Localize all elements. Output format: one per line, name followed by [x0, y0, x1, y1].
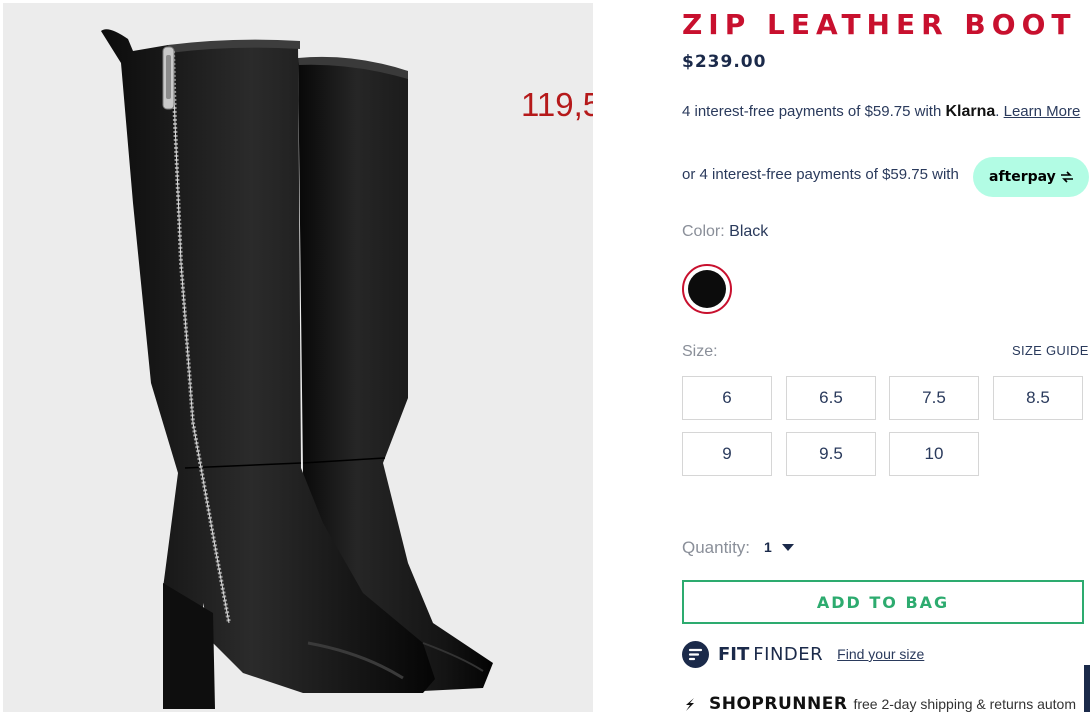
- shoprunner-banner: SHOPRUNNER free 2-day shipping & returns…: [682, 694, 1076, 714]
- size-guide-link[interactable]: SIZE GUIDE: [1012, 343, 1089, 358]
- shoprunner-icon: [686, 698, 694, 711]
- fit-finder: FIT FINDER Find your size: [682, 640, 924, 668]
- size-label: Size:: [682, 343, 718, 360]
- klarna-separator: .: [995, 103, 1004, 120]
- product-image: 119,5: [3, 3, 593, 712]
- shoprunner-brand: SHOPRUNNER: [709, 694, 848, 714]
- quantity-select[interactable]: 1: [764, 539, 794, 555]
- caret-down-icon: [781, 543, 794, 551]
- product-title: ZIP LEATHER BOOT: [682, 8, 1077, 41]
- size-option[interactable]: 7.5: [889, 376, 979, 420]
- klarna-logo: Klarna: [945, 103, 996, 120]
- boot-illustration: [101, 29, 493, 709]
- fit-finder-icon: [682, 640, 709, 668]
- color-value: Black: [729, 223, 769, 240]
- find-your-size-link[interactable]: Find your size: [837, 646, 924, 662]
- size-option[interactable]: 10: [889, 432, 979, 476]
- color-swatch-black[interactable]: [682, 264, 732, 314]
- afterpay-badge[interactable]: afterpay: [973, 157, 1089, 197]
- product-price: $239.00: [682, 52, 767, 72]
- klarna-text: 4 interest-free payments of $59.75 with: [682, 103, 946, 120]
- shoprunner-text: free 2-day shipping & returns autom: [853, 696, 1077, 712]
- swatch-color-dot: [688, 270, 726, 308]
- size-option[interactable]: 6: [682, 376, 772, 420]
- size-option[interactable]: 9.5: [786, 432, 876, 476]
- fit-finder-light: FINDER: [753, 643, 824, 665]
- afterpay-text: or 4 interest-free payments of $59.75 wi…: [682, 166, 959, 183]
- klarna-payment-info: 4 interest-free payments of $59.75 with …: [682, 103, 1080, 121]
- overlay-price-label: 119,5: [521, 86, 593, 123]
- size-option[interactable]: 9: [682, 432, 772, 476]
- add-to-bag-button[interactable]: ADD TO BAG: [682, 580, 1084, 624]
- color-info: Color: Black: [682, 223, 768, 241]
- quantity-label: Quantity:: [682, 538, 751, 557]
- chat-tab-edge[interactable]: [1084, 665, 1090, 712]
- size-option[interactable]: 6.5: [786, 376, 876, 420]
- size-option[interactable]: 8.5: [993, 376, 1083, 420]
- learn-more-link[interactable]: Learn More: [1004, 103, 1081, 120]
- afterpay-badge-label: afterpay: [989, 169, 1056, 185]
- fit-finder-bold: FIT: [718, 643, 750, 665]
- afterpay-arrows-icon: [1060, 171, 1073, 183]
- color-label: Color:: [682, 223, 725, 240]
- quantity-value: 1: [764, 539, 772, 555]
